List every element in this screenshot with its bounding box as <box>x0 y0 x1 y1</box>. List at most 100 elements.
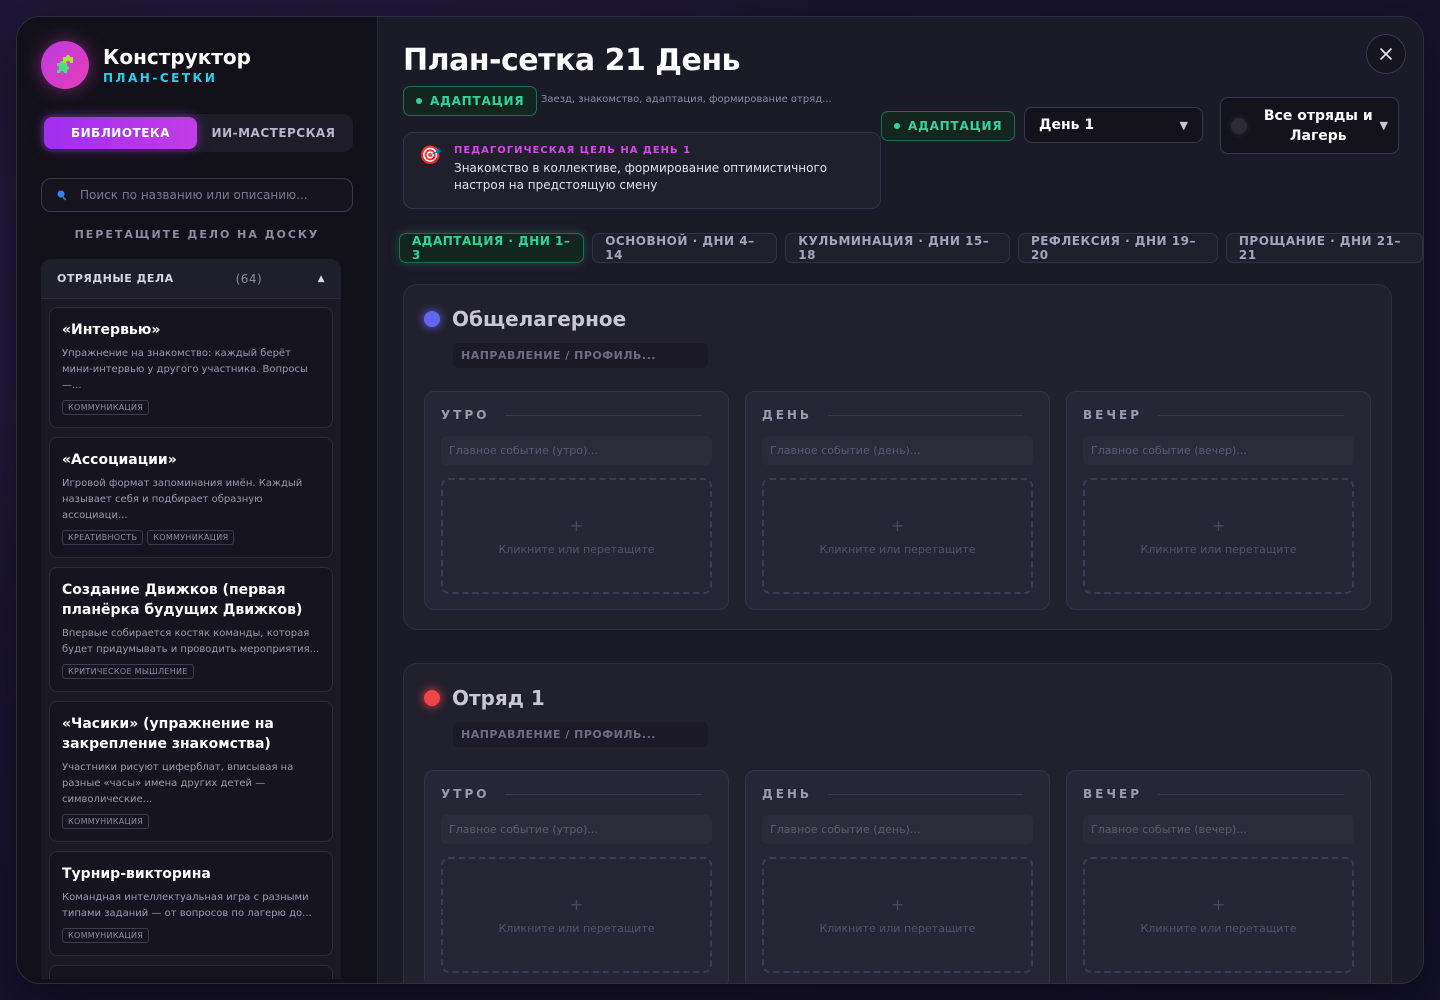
section-count: (64) <box>235 271 263 286</box>
status-dot-icon <box>416 98 422 104</box>
activity-description: Впервые собирается костяк команды, котор… <box>62 628 320 655</box>
activity-card[interactable]: «Ассоциации» Игровой формат запоминания и… <box>49 437 333 558</box>
main-event-input[interactable]: Главное событие (утро)... <box>441 436 712 465</box>
tag-chip: коммуникация <box>62 928 150 943</box>
tag-chip: коммуникация <box>62 400 150 415</box>
dropzone-label: Кликните или перетащите <box>1140 922 1297 935</box>
squad-group: Отряд 1 НАПРАВЛЕНИЕ / ПРОФИЛЬ... УТРО Главн… <box>403 663 1392 983</box>
time-slot: УТРО Главное событие (утро)... + Кликните и… <box>424 391 729 610</box>
activity-dropzone[interactable]: + Кликните или перетащите <box>762 857 1033 973</box>
tag-chip: креативность <box>62 530 144 545</box>
slot-label: ВЕЧЕР <box>1083 787 1143 801</box>
activity-card[interactable]: «Часики» (упражнение на закрепление знак… <box>49 701 333 842</box>
main-event-input[interactable]: Главное событие (вечер)... <box>1083 815 1354 844</box>
plus-icon: + <box>1211 516 1226 535</box>
activity-dropzone[interactable]: + Кликните или перетащите <box>441 478 712 594</box>
activity-title: «Часики» (упражнение на закрепление знак… <box>62 716 274 752</box>
activity-title: «Интервью» <box>62 322 161 338</box>
plus-icon: + <box>1211 895 1226 914</box>
plus-icon: + <box>890 895 905 914</box>
tag-chip: коммуникация <box>147 530 235 545</box>
target-icon: 🎯 <box>419 145 442 166</box>
dropzone-label: Кликните или перетащите <box>819 922 976 935</box>
activity-dropzone[interactable]: + Кликните или перетащите <box>762 478 1033 594</box>
profile-input[interactable]: НАПРАВЛЕНИЕ / ПРОФИЛЬ... <box>453 722 708 747</box>
activity-card[interactable]: Создание Движков (первая планёрка будущи… <box>49 567 333 692</box>
activity-description: Командная интеллектуальная игра с разным… <box>62 892 312 919</box>
brand: Конструктор ПЛАН-СЕТКИ <box>41 41 251 89</box>
goal-label: ПЕДАГОГИЧЕСКАЯ ЦЕЛЬ НА ДЕНЬ 1 <box>454 145 692 156</box>
section-header[interactable]: ОТРЯДНЫЕ ДЕЛА (64) ▲ <box>41 259 341 299</box>
squad-color-icon <box>1231 117 1247 134</box>
caret-down-icon: ▼ <box>1379 119 1388 132</box>
stage-tab[interactable]: ПРОЩАНИЕ · ДНИ 21–21 <box>1225 233 1423 263</box>
main-panel: План-сетка 21 День АДАПТАЦИЯ Заезд, знак… <box>378 17 1423 983</box>
goal-text: Знакомство в коллективе, формирование оп… <box>454 161 828 192</box>
tab-library[interactable]: БИБЛИОТЕКА <box>44 117 197 149</box>
divider <box>1158 793 1344 795</box>
group-header: Общелагерное <box>424 307 626 331</box>
close-icon <box>1380 48 1392 60</box>
stage-tabs: АДАПТАЦИЯ · ДНИ 1–3 ОСНОВНОЙ · ДНИ 4–14 КУ… <box>399 233 1423 263</box>
time-slot: УТРО Главное событие (утро)... + Кликните и… <box>424 770 729 983</box>
sidebar-tabs: БИБЛИОТЕКА ИИ-МАСТЕРСКАЯ <box>41 114 353 152</box>
tab-ai-workshop[interactable]: ИИ-МАСТЕРСКАЯ <box>197 117 350 149</box>
activity-description: Упражнение на знакомство: каждый берёт м… <box>62 348 308 391</box>
puzzle-icon <box>41 41 89 89</box>
activity-card[interactable]: Турнир-викторина Командная интеллектуальн… <box>49 851 333 956</box>
activity-title: Турнир-викторина <box>62 866 211 882</box>
phase-indicator: АДАПТАЦИЯ <box>881 111 1016 141</box>
close-button[interactable] <box>1366 34 1406 74</box>
activity-card[interactable]: Коллективное планирование <box>49 965 333 979</box>
slot-header: УТРО <box>441 787 712 801</box>
group-name: Отряд 1 <box>452 686 545 710</box>
stage-tab[interactable]: АДАПТАЦИЯ · ДНИ 1–3 <box>399 233 585 263</box>
activity-dropzone[interactable]: + Кликните или перетащите <box>1083 857 1354 973</box>
activity-card[interactable]: «Интервью» Упражнение на знакомство: кажд… <box>49 307 333 428</box>
search-input[interactable] <box>80 188 330 202</box>
main-event-input[interactable]: Главное событие (день)... <box>762 815 1033 844</box>
divider <box>505 793 702 795</box>
constructor-modal: Конструктор ПЛАН-СЕТКИ БИБЛИОТЕКА ИИ-МАС… <box>16 16 1424 984</box>
pedagogical-goal: 🎯 ПЕДАГОГИЧЕСКАЯ ЦЕЛЬ НА ДЕНЬ 1 Знакомст… <box>403 132 881 209</box>
phase-description: Заезд, знакомство, адаптация, формирован… <box>541 94 832 105</box>
group-name: Общелагерное <box>452 307 627 331</box>
group-header: Отряд 1 <box>424 686 545 710</box>
slot-header: ВЕЧЕР <box>1083 408 1354 422</box>
phase-indicator-label: АДАПТАЦИЯ <box>908 119 1003 133</box>
divider <box>828 414 1023 416</box>
squad-select[interactable]: Все отряды и Лагерь ▼ <box>1220 97 1399 154</box>
time-slot: ВЕЧЕР Главное событие (вечер)... + Кликните… <box>1066 391 1371 610</box>
tag-list: коммуникация <box>62 928 320 943</box>
plus-icon: + <box>569 895 584 914</box>
slot-header: ВЕЧЕР <box>1083 787 1354 801</box>
squad-select-value: Все отряды и Лагерь <box>1263 107 1373 144</box>
dropzone-label: Кликните или перетащите <box>819 543 976 556</box>
main-event-input[interactable]: Главное событие (вечер)... <box>1083 436 1354 465</box>
day-select-value: День 1 <box>1039 117 1095 133</box>
slot-label: ДЕНЬ <box>762 408 813 422</box>
slot-header: УТРО <box>441 408 712 422</box>
activity-dropzone[interactable]: + Кликните или перетащите <box>441 857 712 973</box>
time-slot: ДЕНЬ Главное событие (день)... + Кликните и… <box>745 770 1050 983</box>
slot-header: ДЕНЬ <box>762 408 1033 422</box>
day-select[interactable]: День 1 ▼ <box>1024 107 1203 143</box>
tag-chip: коммуникация <box>62 814 150 829</box>
stage-tab[interactable]: ОСНОВНОЙ · ДНИ 4–14 <box>592 233 778 263</box>
chevron-up-icon[interactable]: ▲ <box>318 274 325 284</box>
brand-subtitle: ПЛАН-СЕТКИ <box>103 71 218 85</box>
activity-title: Коллективное планирование <box>62 978 320 979</box>
activity-description: Участники рисуют циферблат, вписывая на … <box>62 762 294 805</box>
main-event-input[interactable]: Главное событие (утро)... <box>441 815 712 844</box>
status-dot-icon <box>894 123 900 129</box>
slot-label: УТРО <box>441 787 490 801</box>
slot-label: УТРО <box>441 408 490 422</box>
stage-tab[interactable]: РЕФЛЕКСИЯ · ДНИ 19–20 <box>1017 233 1218 263</box>
activity-dropzone[interactable]: + Кликните или перетащите <box>1083 478 1354 594</box>
activity-description: Игровой формат запоминания имён. Каждый … <box>62 478 303 521</box>
main-event-input[interactable]: Главное событие (день)... <box>762 436 1033 465</box>
group-color-dot-icon <box>424 690 440 706</box>
profile-input[interactable]: НАПРАВЛЕНИЕ / ПРОФИЛЬ... <box>453 343 708 368</box>
time-slot: ДЕНЬ Главное событие (день)... + Кликните и… <box>745 391 1050 610</box>
stage-tab[interactable]: КУЛЬМИНАЦИЯ · ДНИ 15–18 <box>785 233 1010 263</box>
